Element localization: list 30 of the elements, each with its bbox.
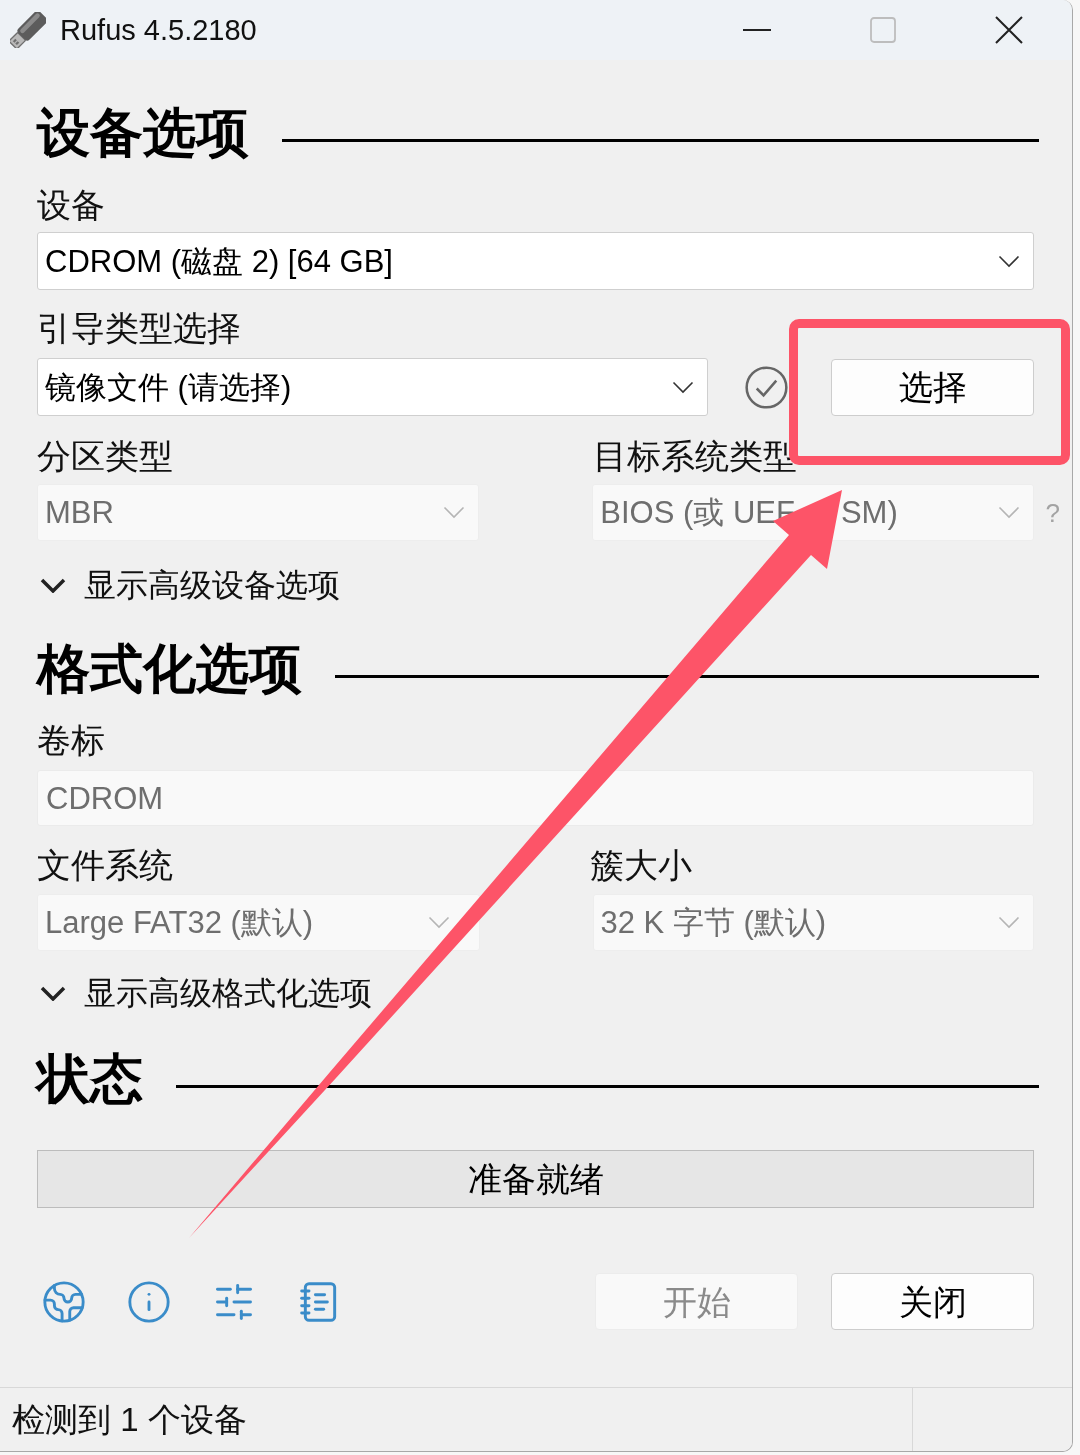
field-label: 设备 bbox=[37, 185, 106, 225]
close-icon[interactable] bbox=[995, 16, 1023, 44]
chevron-down-icon bbox=[444, 507, 465, 518]
status-bar-text: 检测到 1 个设备 bbox=[12, 1403, 247, 1436]
select-button[interactable]: 选择 bbox=[831, 358, 1034, 416]
check-circle-icon[interactable] bbox=[745, 365, 788, 409]
field-label: 引导类型选择 bbox=[37, 308, 242, 348]
advanced-options-toggle[interactable]: 显示高级格式化选项 bbox=[37, 973, 1034, 1013]
usb-drive-icon bbox=[10, 12, 46, 48]
field-label: 文件系统 bbox=[37, 845, 174, 885]
close-button[interactable]: 关闭 bbox=[831, 1273, 1034, 1330]
field-label: 卷标 bbox=[37, 720, 106, 760]
chevron-down-icon bbox=[40, 985, 66, 1001]
chevron-down-icon bbox=[998, 507, 1019, 518]
window-title: Rufus 4.5.2180 bbox=[60, 15, 257, 45]
chevron-down-icon bbox=[428, 917, 449, 928]
globe-icon[interactable] bbox=[41, 1278, 87, 1325]
field-label: 簇大小 bbox=[590, 845, 692, 885]
section-heading: 设备选项 bbox=[37, 105, 249, 159]
status-progress-bar: 准备就绪 bbox=[37, 1150, 1034, 1208]
chevron-down-icon bbox=[999, 255, 1019, 267]
chevron-down-icon bbox=[673, 381, 693, 393]
chevron-down-icon bbox=[40, 577, 66, 593]
info-icon[interactable] bbox=[126, 1278, 172, 1325]
boot-type-dropdown[interactable]: 镜像文件 (请选择) bbox=[37, 358, 708, 416]
advanced-options-toggle[interactable]: 显示高级设备选项 bbox=[37, 565, 1034, 605]
chevron-down-icon bbox=[999, 917, 1019, 928]
field-label: 分区类型 bbox=[37, 436, 174, 476]
device-dropdown[interactable]: CDROM (磁盘 2) [64 GB] bbox=[37, 232, 1034, 290]
section-heading: 格式化选项 bbox=[37, 641, 302, 695]
